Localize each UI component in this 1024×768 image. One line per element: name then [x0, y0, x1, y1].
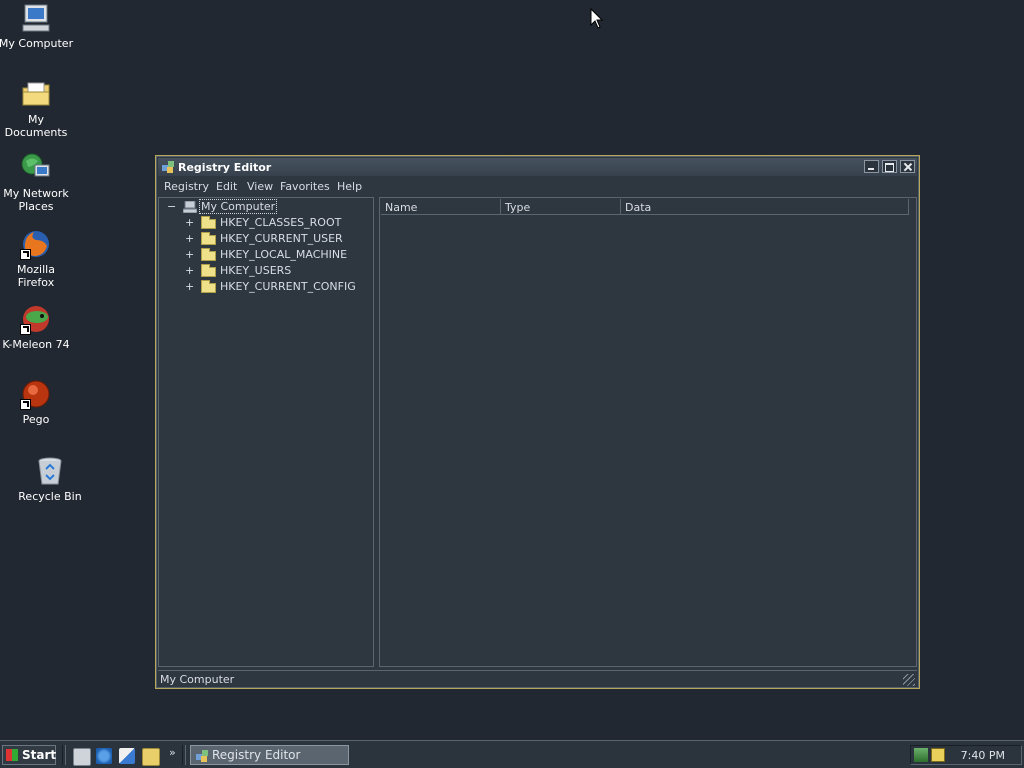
tree-label: HKEY_CURRENT_CONFIG	[220, 280, 356, 293]
security-tray-icon[interactable]	[931, 748, 945, 762]
minimize-button[interactable]	[864, 160, 879, 173]
window-title: Registry Editor	[178, 161, 272, 174]
taskbar: Start » Registry Editor 7:40 PM	[0, 740, 1024, 768]
desktop-icon-k-meleon[interactable]: K-Meleon 74	[0, 303, 74, 351]
computer-icon	[183, 201, 197, 213]
registry-tree[interactable]: − My Computer + HKEY_CLASSES_ROOT + HKEY…	[158, 197, 374, 667]
maximize-button[interactable]	[882, 160, 897, 173]
folder-icon	[201, 248, 216, 261]
desktop-icon-label: My Computer	[0, 37, 74, 50]
desktop-icon-label: My Network Places	[3, 187, 69, 213]
k-meleon-icon	[20, 303, 52, 335]
expand-toggle[interactable]: +	[185, 232, 194, 245]
menu-edit[interactable]: Edit	[216, 180, 237, 193]
firefox-icon	[20, 228, 52, 260]
menu-view[interactable]: View	[247, 180, 273, 193]
folder-documents-icon	[20, 78, 52, 110]
expand-toggle[interactable]: +	[185, 216, 194, 229]
folder-icon	[201, 280, 216, 293]
shortcut-arrow-icon	[20, 324, 31, 335]
title-bar[interactable]: Registry Editor	[158, 158, 917, 176]
tree-label: HKEY_USERS	[220, 264, 292, 277]
registry-editor-window[interactable]: Registry Editor Registry Edit View Favor…	[155, 155, 920, 689]
taskbar-button-registry-editor[interactable]: Registry Editor	[190, 745, 349, 765]
values-list[interactable]: Name Type Data	[379, 197, 917, 667]
quick-launch-more-icon[interactable]: »	[169, 746, 176, 759]
expand-toggle[interactable]: +	[185, 280, 194, 293]
collapse-toggle[interactable]: −	[167, 200, 176, 213]
desktop-icon-my-documents[interactable]: My Documents	[0, 78, 74, 139]
close-button[interactable]	[900, 160, 915, 173]
outlook-express-icon[interactable]	[119, 748, 135, 764]
desktop-icon-network-places[interactable]: My Network Places	[0, 152, 74, 213]
desktop-icon-my-computer[interactable]: My Computer	[0, 2, 74, 50]
status-text: My Computer	[160, 673, 235, 686]
mouse-cursor-icon	[590, 8, 604, 29]
tree-node-hkey-current-config[interactable]: + HKEY_CURRENT_CONFIG	[159, 280, 369, 296]
desktop-icon-label: My Documents	[4, 113, 68, 139]
explorer-icon[interactable]	[142, 748, 160, 766]
expand-toggle[interactable]: +	[185, 248, 194, 261]
start-button[interactable]: Start	[2, 745, 56, 765]
menu-favorites[interactable]: Favorites	[280, 180, 330, 193]
desktop-icon-pego[interactable]: Pego	[0, 378, 74, 426]
menu-registry[interactable]: Registry	[164, 180, 209, 193]
tree-node-hkey-classes-root[interactable]: + HKEY_CLASSES_ROOT	[159, 216, 369, 232]
clock[interactable]: 7:40 PM	[961, 749, 1005, 762]
taskbar-separator	[182, 745, 186, 765]
menu-help[interactable]: Help	[337, 180, 362, 193]
shortcut-arrow-icon	[20, 249, 31, 260]
desktop-icon-label: Recycle Bin	[18, 490, 82, 503]
column-header-data[interactable]: Data	[621, 199, 909, 215]
registry-editor-icon	[196, 750, 208, 762]
folder-icon	[201, 264, 216, 277]
start-label: Start	[22, 748, 57, 762]
tree-node-hkey-current-user[interactable]: + HKEY_CURRENT_USER	[159, 232, 369, 248]
taskbar-button-label: Registry Editor	[212, 748, 301, 762]
recycle-bin-icon	[34, 455, 66, 487]
taskbar-separator	[62, 745, 66, 765]
resize-grip-icon[interactable]	[903, 674, 915, 686]
desktop-icon-label: K-Meleon 74	[2, 338, 70, 351]
computer-icon	[20, 2, 52, 34]
expand-toggle[interactable]: +	[185, 264, 194, 277]
network-places-icon	[20, 152, 52, 184]
tree-label-my-computer: My Computer	[198, 199, 278, 214]
status-bar: My Computer	[158, 670, 917, 687]
registry-editor-icon	[162, 161, 174, 173]
tree-node-hkey-local-machine[interactable]: + HKEY_LOCAL_MACHINE	[159, 248, 369, 264]
tree-node-my-computer[interactable]: − My Computer	[159, 199, 369, 216]
column-header-name[interactable]: Name	[381, 199, 501, 215]
folder-icon	[201, 216, 216, 229]
desktop-icon-recycle-bin[interactable]: Recycle Bin	[12, 455, 88, 503]
internet-explorer-icon[interactable]	[96, 748, 112, 764]
folder-icon	[201, 232, 216, 245]
desktop: My Computer My Documents My Network Plac…	[0, 0, 1024, 740]
show-desktop-icon[interactable]	[73, 748, 91, 766]
pego-icon	[20, 378, 52, 410]
windows-logo-icon	[6, 749, 18, 761]
network-tray-icon[interactable]	[914, 748, 928, 762]
desktop-icon-label: Mozilla Firefox	[17, 263, 55, 289]
desktop-icon-label: Pego	[22, 413, 50, 426]
tree-label: HKEY_LOCAL_MACHINE	[220, 248, 348, 261]
shortcut-arrow-icon	[20, 399, 31, 410]
tree-label: HKEY_CLASSES_ROOT	[220, 216, 342, 229]
menu-bar: Registry Edit View Favorites Help	[158, 178, 917, 196]
tree-label: HKEY_CURRENT_USER	[220, 232, 343, 245]
column-header-type[interactable]: Type	[501, 199, 621, 215]
system-tray: 7:40 PM	[910, 745, 1022, 765]
desktop-icon-firefox[interactable]: Mozilla Firefox	[0, 228, 74, 289]
tree-node-hkey-users[interactable]: + HKEY_USERS	[159, 264, 369, 280]
